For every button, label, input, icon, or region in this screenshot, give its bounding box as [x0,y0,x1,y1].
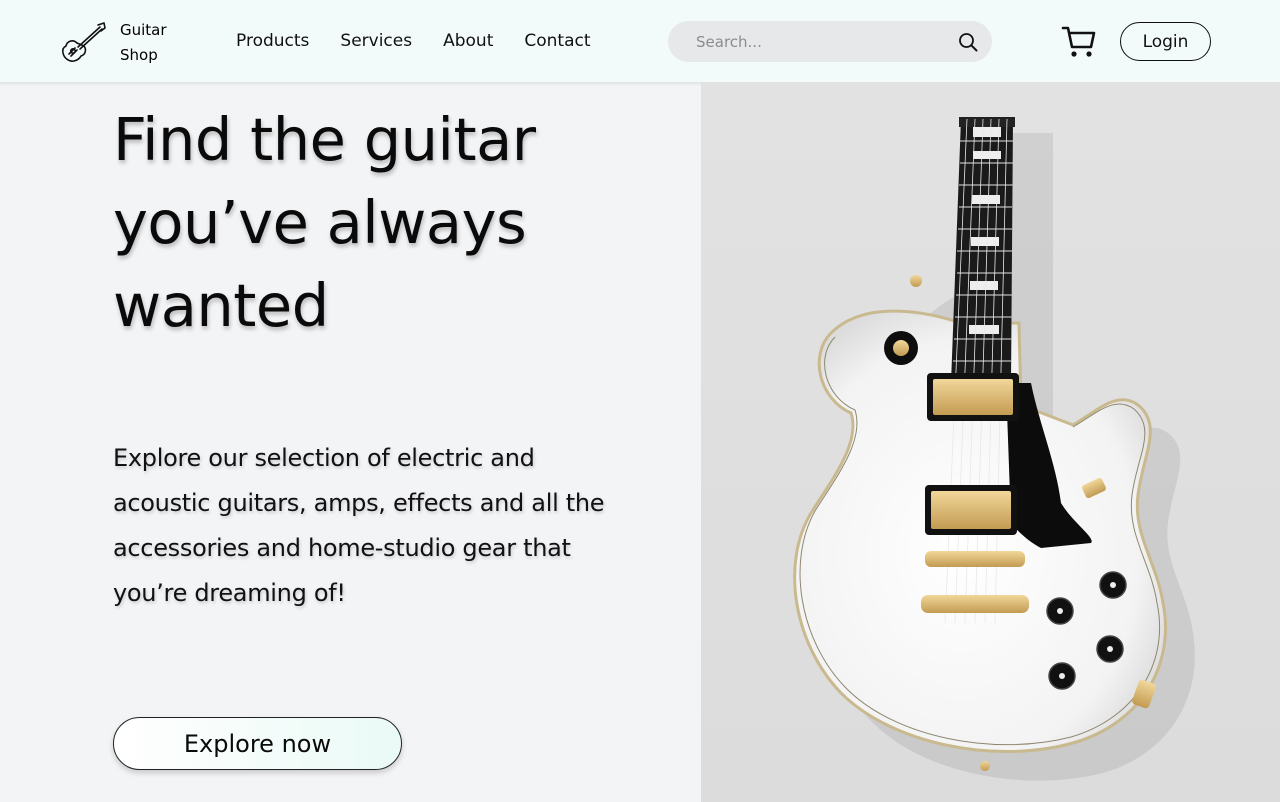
logo[interactable]: Guitar Shop [60,18,167,68]
site-header: Guitar Shop Products Services About Cont… [0,0,1280,83]
logo-text: Guitar Shop [120,18,167,68]
cart-icon[interactable] [1061,24,1097,60]
hero-image [701,83,1280,802]
guitar-logo-icon [61,22,106,62]
search-icon[interactable] [958,32,978,52]
nav-products[interactable]: Products [236,30,309,52]
nav-services[interactable]: Services [340,30,412,52]
main-nav: Products Services About Contact [236,30,622,52]
search-input[interactable] [696,31,946,53]
login-button[interactable]: Login [1120,22,1211,61]
logo-text-line2: Shop [120,46,158,64]
nav-about[interactable]: About [443,30,493,52]
logo-text-line1: Guitar [120,21,167,39]
hero-title: Find the guitar you’ve always wanted [113,105,536,340]
electric-guitar-image [793,117,1195,781]
hero-description: Explore our selection of electric and ac… [113,444,605,607]
nav-contact[interactable]: Contact [524,30,590,52]
search-box [668,21,992,62]
explore-now-button[interactable]: Explore now [113,717,402,770]
